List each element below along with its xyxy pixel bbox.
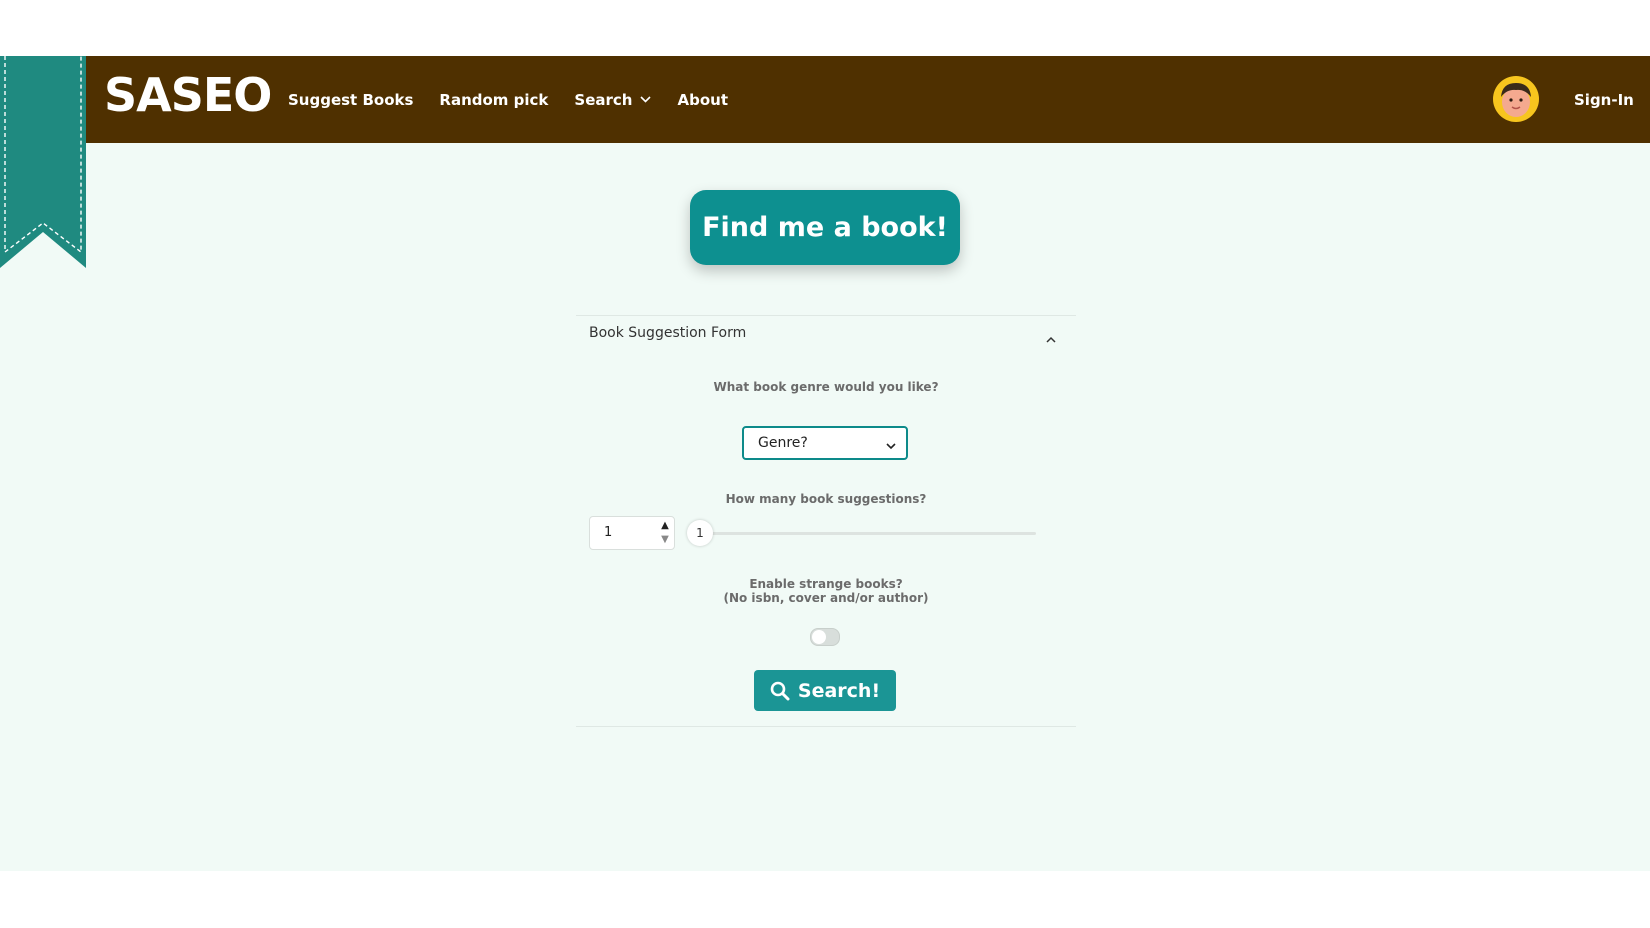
nav-search-label: Search (574, 90, 633, 109)
chevron-up-icon (1046, 328, 1056, 347)
sign-in-link[interactable]: Sign-In (1574, 56, 1634, 143)
genre-question-label: What book genre would you like? (713, 380, 939, 394)
suggestion-count-input[interactable]: 1 ▲ ▼ (589, 516, 675, 550)
search-button[interactable]: Search! (754, 670, 896, 711)
slider-value: 1 (696, 526, 704, 540)
form-title: Book Suggestion Form (589, 325, 747, 341)
nav-search-dropdown[interactable]: Search (574, 90, 652, 109)
chevron-down-icon (640, 96, 652, 103)
chevron-down-icon (886, 438, 896, 454)
slider-thumb[interactable]: 1 (687, 520, 713, 546)
nav-about-label: About (677, 90, 728, 109)
spin-up-icon[interactable]: ▲ (660, 521, 670, 531)
nav-suggest-books[interactable]: Suggest Books (288, 91, 413, 109)
nav-random-pick-label: Random pick (439, 90, 549, 109)
suggestion-count-slider[interactable] (696, 532, 1036, 535)
toggle-knob (812, 630, 826, 644)
site-logo[interactable]: SASEO (104, 72, 272, 118)
strange-books-toggle[interactable] (810, 628, 840, 646)
strange-books-question: Enable strange books? (749, 577, 903, 591)
main-nav: Suggest Books Random pick Search About (288, 56, 754, 143)
suggestion-count-value: 1 (604, 525, 613, 540)
nav-random-pick[interactable]: Random pick (439, 91, 548, 109)
search-button-label: Search! (797, 679, 881, 702)
strange-books-subtext: (No isbn, cover and/or author) (723, 591, 929, 605)
spin-down-icon[interactable]: ▼ (660, 535, 670, 545)
count-question-label: How many book suggestions? (725, 492, 927, 506)
form-accordion-header[interactable]: Book Suggestion Form (576, 316, 1076, 350)
bookmark-ribbon-icon (0, 56, 86, 268)
avatar-icon[interactable] (1492, 75, 1540, 123)
search-icon (770, 681, 790, 700)
top-navbar: SASEO Suggest Books Random pick Search A… (86, 56, 1650, 143)
find-me-a-book-button[interactable]: Find me a book! (690, 190, 960, 265)
nav-suggest-books-label: Suggest Books (288, 90, 414, 109)
genre-select[interactable]: Genre? (742, 426, 908, 460)
genre-select-value: Genre? (758, 435, 808, 451)
nav-about[interactable]: About (677, 91, 728, 109)
book-suggestion-form: Book Suggestion Form What book genre wou… (576, 315, 1076, 727)
